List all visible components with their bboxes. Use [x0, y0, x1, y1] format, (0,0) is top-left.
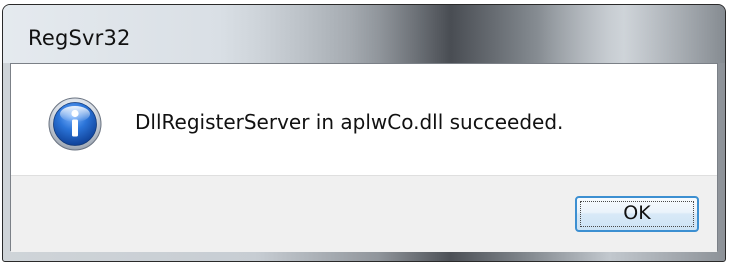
information-icon	[48, 97, 102, 151]
ok-button[interactable]: OK	[575, 196, 699, 232]
message-area: DllRegisterServer in aplwCo.dll succeede…	[11, 64, 717, 175]
button-bar: OK	[11, 175, 717, 252]
dialog-client-area: DllRegisterServer in aplwCo.dll succeede…	[10, 63, 718, 252]
dialog-window: RegSvr32 DllRegisterServer in aplwCo.dll…	[2, 4, 726, 262]
title-bar[interactable]: RegSvr32	[3, 5, 725, 63]
ok-button-label: OK	[623, 202, 651, 224]
message-text: DllRegisterServer in aplwCo.dll succeede…	[135, 110, 564, 134]
window-title: RegSvr32	[28, 26, 131, 50]
screen: RegSvr32 DllRegisterServer in aplwCo.dll…	[0, 0, 730, 266]
